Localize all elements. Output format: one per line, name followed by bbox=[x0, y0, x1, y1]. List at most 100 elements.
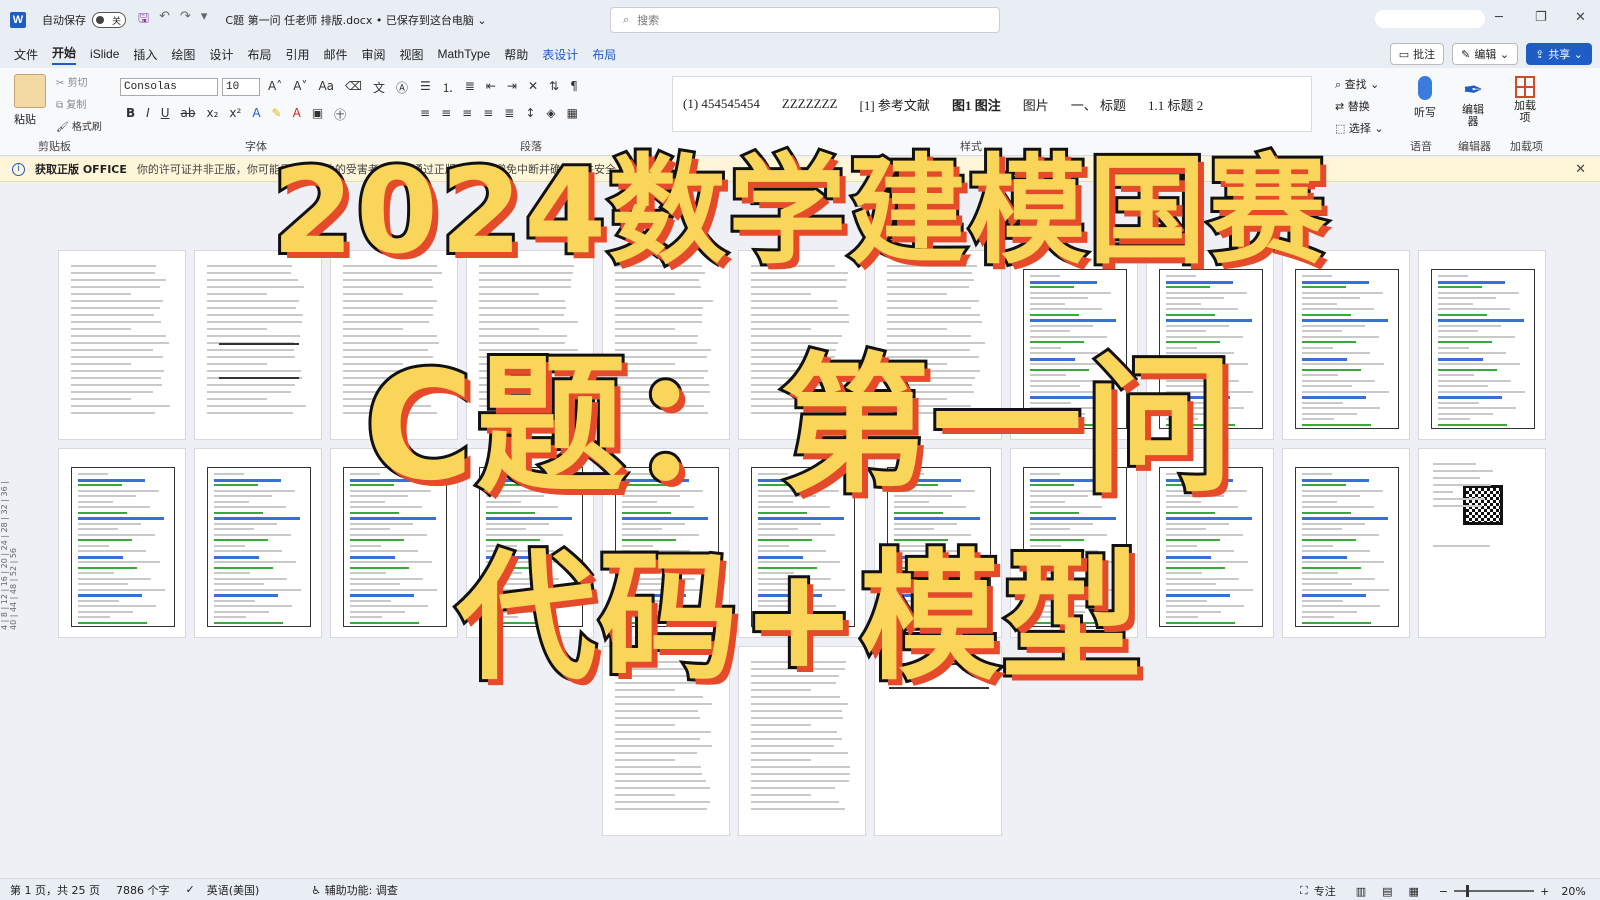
comments-label: 批注 bbox=[1413, 46, 1435, 62]
addins-grid-icon bbox=[1515, 76, 1535, 98]
save-icon[interactable]: 🖫 bbox=[138, 9, 149, 31]
tab-islide[interactable]: iSlide bbox=[90, 47, 119, 61]
change-case-icon[interactable]: Aa bbox=[318, 79, 334, 96]
comments-button[interactable]: ▭ 批注 bbox=[1390, 43, 1444, 65]
text-line bbox=[615, 300, 713, 302]
dictate-button[interactable]: 听写 bbox=[1410, 76, 1440, 120]
char-border-icon[interactable]: Ⓐ bbox=[396, 79, 408, 96]
numbering-icon[interactable]: ⒈ bbox=[442, 79, 454, 96]
text-line bbox=[751, 738, 842, 740]
zoom-level[interactable]: 20% bbox=[1561, 885, 1585, 898]
print-layout-icon[interactable]: ▤ bbox=[1382, 885, 1392, 898]
share-label: 共享 ⌄ bbox=[1548, 46, 1583, 62]
zoom-out-icon[interactable]: − bbox=[1439, 885, 1448, 898]
text-line bbox=[615, 794, 675, 796]
font-name-box[interactable]: Consolas bbox=[120, 78, 218, 96]
sort-icon[interactable]: ⇅ bbox=[549, 79, 559, 96]
share-button[interactable]: ⇪ 共享 ⌄ bbox=[1526, 43, 1592, 65]
tab-review[interactable]: 审阅 bbox=[361, 46, 385, 63]
zoom-slider[interactable] bbox=[1454, 890, 1534, 892]
copy-button[interactable]: ⧉ 复制 bbox=[56, 96, 86, 111]
ribbon-right-buttons: ▭ 批注 ✎ 编辑 ⌄ ⇪ 共享 ⌄ bbox=[1390, 43, 1592, 65]
tab-insert[interactable]: 插入 bbox=[133, 46, 157, 63]
style-item[interactable]: 一、 标题 bbox=[1071, 95, 1126, 114]
style-item[interactable]: 图片 bbox=[1023, 95, 1049, 114]
tab-view[interactable]: 视图 bbox=[400, 46, 424, 63]
tab-table-design[interactable]: 表设计 bbox=[542, 46, 578, 63]
tab-draw[interactable]: 绘图 bbox=[171, 46, 195, 63]
status-bar: 第 1 页，共 25 页 7886 个字 ✓ 英语(美国) ♿ 辅助功能: 调查… bbox=[0, 878, 1600, 900]
code-line bbox=[1030, 292, 1111, 294]
text-line bbox=[615, 724, 675, 726]
style-item[interactable]: (1) 454545454 bbox=[683, 96, 760, 112]
tab-references[interactable]: 引用 bbox=[285, 46, 309, 63]
increase-indent-icon[interactable]: ⇥ bbox=[507, 79, 517, 96]
tab-file[interactable]: 文件 bbox=[14, 46, 38, 63]
text-line bbox=[751, 293, 811, 295]
text-line bbox=[751, 787, 835, 789]
text-line bbox=[615, 738, 700, 740]
proofing-icon[interactable]: ✓ bbox=[185, 883, 194, 896]
close-button[interactable]: ✕ bbox=[1575, 10, 1586, 25]
text-line bbox=[615, 752, 697, 754]
bullets-icon[interactable]: ☰ bbox=[420, 79, 431, 96]
redo-icon[interactable]: ↷ bbox=[180, 9, 191, 31]
document-title[interactable]: C题 第一问 任老师 排版.docx • 已保存到这台电脑 ⌄ bbox=[225, 12, 486, 28]
focus-mode-label[interactable]: 专注 bbox=[1314, 883, 1336, 899]
text-line bbox=[71, 286, 160, 288]
undo-icon[interactable]: ↶ bbox=[159, 9, 170, 31]
tab-home[interactable]: 开始 bbox=[52, 44, 76, 65]
accessibility-indicator[interactable]: ♿ 辅助功能: 调查 bbox=[311, 882, 398, 898]
show-marks-icon[interactable]: ¶ bbox=[570, 79, 578, 96]
word-count[interactable]: 7886 个字 bbox=[116, 882, 170, 898]
editing-mode-button[interactable]: ✎ 编辑 ⌄ bbox=[1452, 43, 1518, 65]
tab-mathtype[interactable]: MathType bbox=[438, 47, 491, 61]
text-line bbox=[615, 808, 707, 810]
text-line bbox=[751, 780, 849, 782]
zoom-in-icon[interactable]: + bbox=[1540, 885, 1549, 898]
tab-help[interactable]: 帮助 bbox=[504, 46, 528, 63]
customize-qat-icon[interactable]: ▾ bbox=[201, 9, 208, 31]
autosave-toggle[interactable]: 关 bbox=[92, 12, 126, 28]
clipboard-icon bbox=[14, 74, 46, 108]
text-line bbox=[887, 293, 947, 295]
font-size-box[interactable]: 10 bbox=[222, 78, 260, 96]
font-size-tools: A˄ A˅ Aa ⌫ 文 Ⓐ bbox=[268, 79, 408, 96]
tab-layout[interactable]: 布局 bbox=[247, 46, 271, 63]
grow-font-icon[interactable]: A˄ bbox=[268, 79, 282, 96]
style-item[interactable]: 图1 图注 bbox=[952, 95, 1001, 114]
autosave-control[interactable]: 自动保存 关 bbox=[42, 12, 126, 28]
cut-button[interactable]: ✂ 剪切 bbox=[56, 74, 88, 89]
tab-mailings[interactable]: 邮件 bbox=[323, 46, 347, 63]
tab-design[interactable]: 设计 bbox=[209, 46, 233, 63]
text-line bbox=[751, 773, 850, 775]
find-button[interactable]: ⌕ 查找 ⌄ bbox=[1335, 74, 1384, 96]
chinese-layout-icon[interactable]: ✕ bbox=[528, 79, 538, 96]
read-mode-icon[interactable]: ▥ bbox=[1356, 885, 1366, 898]
style-item[interactable]: [1] 参考文献 bbox=[860, 95, 930, 114]
decrease-indent-icon[interactable]: ⇤ bbox=[486, 79, 496, 96]
language-indicator[interactable]: 英语(美国) bbox=[207, 882, 260, 898]
editor-pen-icon: ✒ bbox=[1458, 76, 1488, 104]
account-area[interactable] bbox=[1375, 10, 1485, 28]
restore-button[interactable]: ❐ bbox=[1535, 10, 1547, 25]
style-item[interactable]: ZZZZZZZ bbox=[782, 96, 838, 112]
replace-icon: ⇄ bbox=[1335, 100, 1348, 113]
pencil-icon: ✎ bbox=[1461, 48, 1470, 61]
focus-mode-icon[interactable]: ⛶ bbox=[1300, 884, 1308, 898]
text-line bbox=[343, 286, 433, 288]
search-box[interactable]: ⌕ 搜索 bbox=[610, 7, 1000, 33]
minimize-button[interactable]: ─ bbox=[1495, 10, 1503, 25]
clear-format-icon[interactable]: ⌫ bbox=[345, 79, 362, 96]
code-line bbox=[1166, 292, 1247, 294]
phonetic-icon[interactable]: 文 bbox=[373, 79, 385, 96]
shrink-font-icon[interactable]: A˅ bbox=[293, 79, 307, 96]
text-line bbox=[751, 801, 839, 803]
web-layout-icon[interactable]: ▦ bbox=[1409, 885, 1419, 898]
multilevel-icon[interactable]: ≣ bbox=[465, 79, 475, 96]
tab-table-layout[interactable]: 布局 bbox=[592, 46, 616, 63]
text-line bbox=[615, 801, 710, 803]
page-count[interactable]: 第 1 页，共 25 页 bbox=[10, 882, 100, 898]
style-item[interactable]: 1.1 标题 2 bbox=[1148, 95, 1203, 114]
microphone-icon bbox=[1418, 76, 1432, 100]
